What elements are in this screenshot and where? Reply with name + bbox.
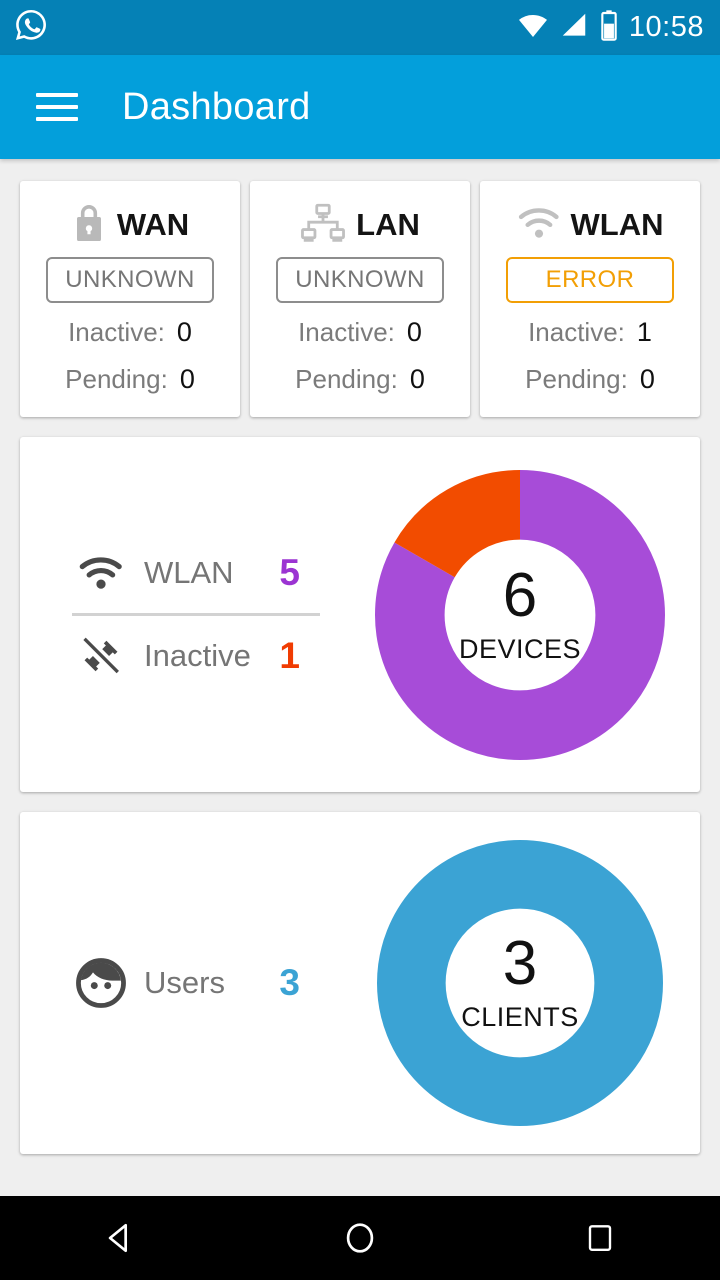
- status-bar-notifications: [0, 6, 50, 49]
- status-card-title: WLAN: [570, 207, 664, 242]
- app-screen: 10:58 Dashboard WAN UNKNOWN Inactive: 0 …: [0, 0, 720, 1280]
- metric-row: Pending: 0: [264, 364, 456, 411]
- metric-value: 0: [176, 317, 192, 347]
- page-title: Dashboard: [122, 85, 311, 128]
- donut: 3 CLIENTS: [377, 840, 663, 1126]
- status-card-wlan[interactable]: WLAN ERROR Inactive: 1 Pending: 0: [480, 181, 700, 417]
- metric-label: Inactive:: [528, 317, 625, 347]
- status-card-metrics: Inactive: 0 Pending: 0: [250, 317, 470, 411]
- legend-label: Users: [144, 965, 225, 1000]
- status-card-metrics: Inactive: 1 Pending: 0: [480, 317, 700, 411]
- wifi-icon: [517, 205, 561, 246]
- status-card-header: WAN: [71, 199, 189, 251]
- metric-row: Inactive: 0: [264, 317, 456, 364]
- wifi-icon: [72, 555, 130, 591]
- status-card-title: LAN: [356, 207, 420, 242]
- status-badge: UNKNOWN: [46, 257, 214, 303]
- metric-value: 0: [406, 317, 422, 347]
- legend-label: Inactive: [144, 638, 251, 673]
- sitemap-icon: [300, 203, 346, 248]
- legend-label: WLAN: [144, 555, 234, 590]
- back-triangle-icon[interactable]: [60, 1196, 180, 1280]
- legend-value: 5: [279, 552, 300, 593]
- donut: 6 DEVICES: [375, 469, 665, 760]
- status-card-header: LAN: [300, 199, 420, 251]
- metric-row: Inactive: 0: [34, 317, 226, 364]
- devices-donut-chart: 6 DEVICES: [340, 469, 700, 760]
- hamburger-menu-icon[interactable]: [36, 85, 78, 129]
- metric-label: Pending:: [65, 364, 168, 394]
- interface-status-row: WAN UNKNOWN Inactive: 0 Pending: 0 LAN U…: [0, 159, 720, 417]
- plug-disconnected-icon: [72, 635, 130, 677]
- devices-legend: WLAN 5 Inactive 1: [20, 537, 340, 692]
- status-bar-system-icons: 10:58: [517, 9, 720, 46]
- app-bar: Dashboard: [0, 55, 720, 159]
- lock-icon: [71, 203, 107, 248]
- hamburger-line: [36, 105, 78, 109]
- legend-value: 1: [279, 635, 300, 676]
- whatsapp-icon: [12, 6, 50, 49]
- status-card-lan[interactable]: LAN UNKNOWN Inactive: 0 Pending: 0: [250, 181, 470, 417]
- legend-item-inactive: Inactive 1: [72, 620, 340, 692]
- metric-row: Pending: 0: [494, 364, 686, 411]
- metric-label: Pending:: [525, 364, 628, 394]
- metric-value: 0: [179, 364, 195, 394]
- metric-row: Inactive: 1: [494, 317, 686, 364]
- status-card-metrics: Inactive: 0 Pending: 0: [20, 317, 240, 411]
- clients-legend: Users 3: [20, 947, 340, 1019]
- status-card-title: WAN: [116, 207, 190, 242]
- metric-label: Inactive:: [298, 317, 395, 347]
- home-circle-icon[interactable]: [300, 1196, 420, 1280]
- hamburger-line: [36, 117, 78, 121]
- clients-donut-chart: 3 CLIENTS: [340, 840, 700, 1126]
- android-navigation-bar: [0, 1196, 720, 1280]
- metric-value: 1: [636, 317, 652, 347]
- metric-row: Pending: 0: [34, 364, 226, 411]
- metric-label: Inactive:: [68, 317, 165, 347]
- status-badge: UNKNOWN: [276, 257, 444, 303]
- legend-divider: [72, 613, 320, 616]
- metric-value: 0: [639, 364, 655, 394]
- metric-value: 0: [409, 364, 425, 394]
- clients-card[interactable]: Users 3 3 CLIENTS: [20, 812, 700, 1154]
- donut-svg: [375, 469, 665, 760]
- status-badge: ERROR: [506, 257, 674, 303]
- dashboard-content: WAN UNKNOWN Inactive: 0 Pending: 0 LAN U…: [0, 159, 720, 1196]
- user-face-icon: [72, 957, 130, 1009]
- legend-value: 3: [279, 962, 300, 1003]
- donut-slice-users: [377, 840, 663, 1126]
- recents-square-icon[interactable]: [540, 1196, 660, 1280]
- status-bar-clock: 10:58: [628, 11, 704, 43]
- cell-signal-icon: [559, 10, 589, 45]
- metric-label: Pending:: [295, 364, 398, 394]
- status-card-wan[interactable]: WAN UNKNOWN Inactive: 0 Pending: 0: [20, 181, 240, 417]
- legend-item-wlan: WLAN 5: [72, 537, 340, 609]
- legend-item-users: Users 3: [72, 947, 340, 1019]
- donut-svg: [377, 840, 663, 1126]
- battery-icon: [599, 9, 619, 46]
- devices-card[interactable]: WLAN 5 Inactive 1 6 DEVICES: [20, 437, 700, 792]
- status-bar: 10:58: [0, 0, 720, 55]
- status-card-header: WLAN: [517, 199, 664, 251]
- hamburger-line: [36, 93, 78, 97]
- wifi-icon: [517, 9, 549, 46]
